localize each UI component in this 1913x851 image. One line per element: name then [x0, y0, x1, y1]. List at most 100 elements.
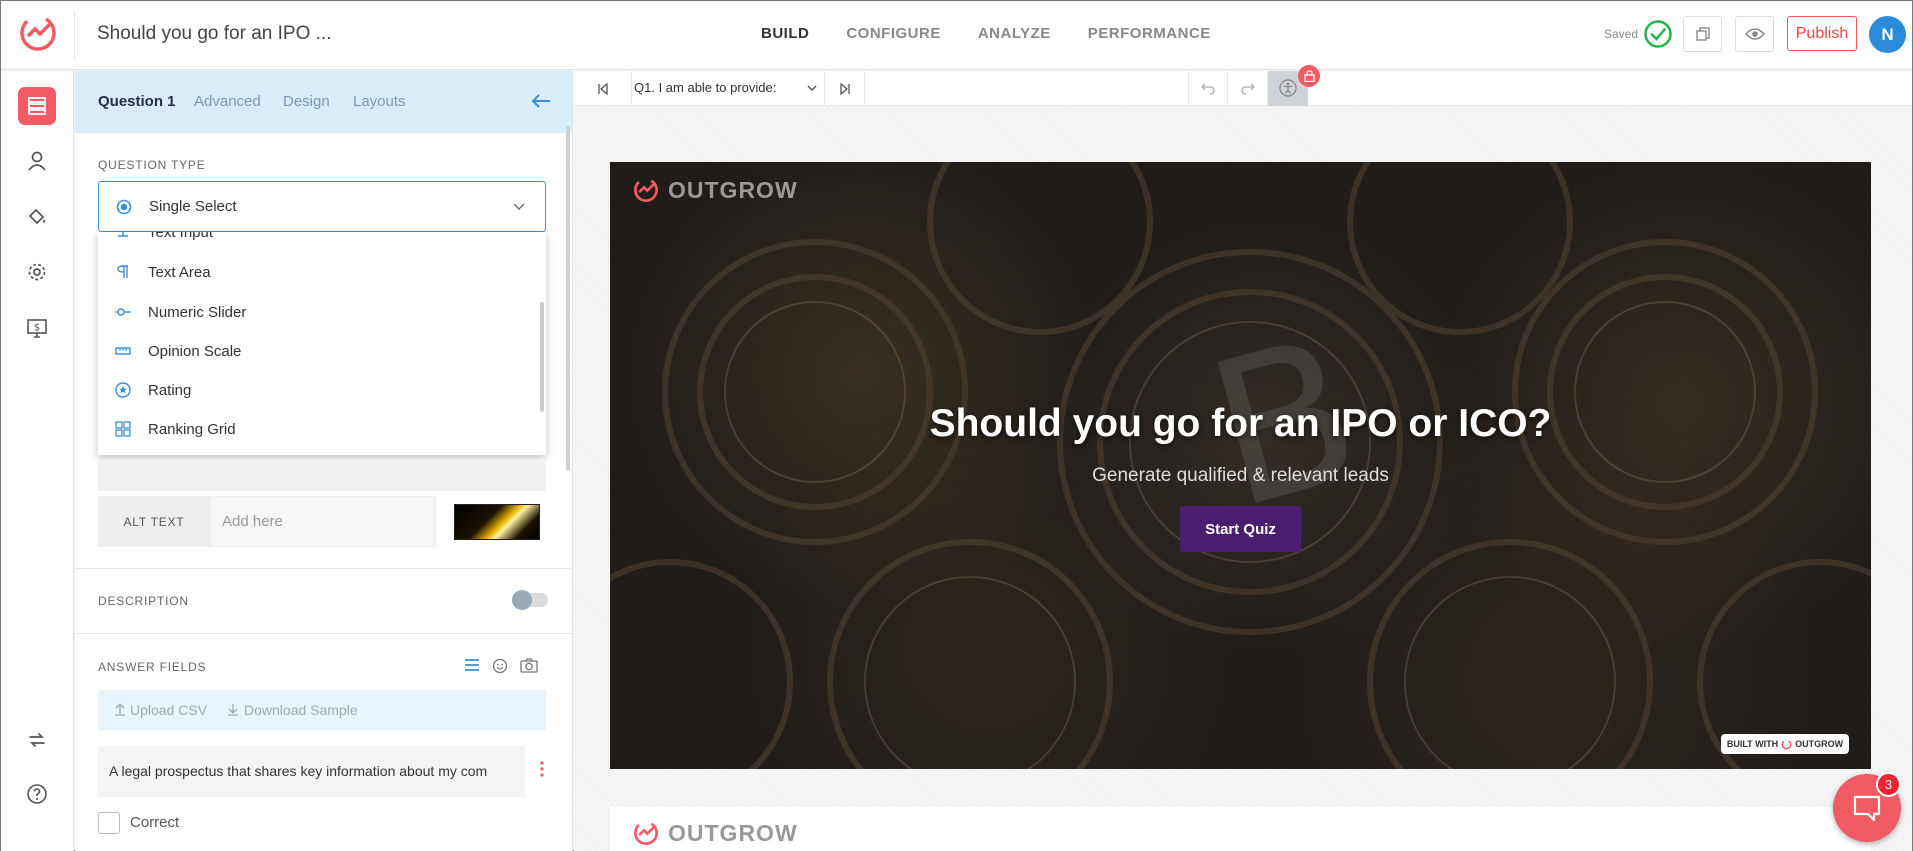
camera-icon[interactable] — [520, 658, 538, 673]
option-ranking-grid[interactable]: Ranking Grid — [98, 409, 528, 449]
question-select[interactable]: Q1. I am able to provide: — [634, 80, 776, 95]
download-sample-button[interactable]: Download Sample — [244, 702, 358, 718]
outgrow-logo-icon[interactable] — [17, 12, 59, 54]
description-label: DESCRIPTION — [98, 594, 189, 608]
panel-scrollbar[interactable] — [566, 126, 570, 471]
radio-selected-icon — [116, 199, 132, 215]
rail-payments[interactable]: $ — [18, 309, 56, 347]
option-rating[interactable]: Rating — [98, 370, 528, 410]
panel-tabs: Question 1 Advanced Design Layouts — [75, 71, 572, 133]
outgrow-logo-icon — [634, 178, 658, 202]
publish-button[interactable]: Publish — [1787, 16, 1857, 51]
image-thumbnail[interactable] — [454, 504, 540, 540]
start-quiz-button[interactable]: Start Quiz — [1180, 506, 1301, 552]
nav-configure[interactable]: CONFIGURE — [846, 25, 941, 42]
outgrow-logo-icon — [634, 821, 658, 845]
alt-text-label: ALT TEXT — [98, 496, 210, 547]
main-nav: BUILD CONFIGURE ANALYZE PERFORMANCE — [761, 25, 1211, 42]
question-type-label: QUESTION TYPE — [98, 158, 206, 172]
layers-icon — [28, 97, 46, 115]
duplicate-button[interactable] — [1683, 16, 1722, 52]
built-with-badge[interactable]: BUILT WITH OUTGROW — [1721, 734, 1849, 754]
user-icon — [28, 151, 46, 171]
rail-design[interactable] — [18, 197, 56, 235]
check-circle-icon — [1644, 20, 1672, 48]
svg-text:$: $ — [34, 323, 40, 334]
nav-performance[interactable]: PERFORMANCE — [1088, 25, 1211, 42]
first-question-button[interactable] — [574, 71, 632, 106]
tab-advanced[interactable]: Advanced — [194, 93, 261, 110]
divider — [75, 568, 572, 569]
option-opinion-scale[interactable]: Opinion Scale — [98, 331, 528, 371]
question-text-field[interactable] — [98, 461, 546, 491]
last-question-button[interactable] — [825, 71, 865, 106]
question-panel: Question 1 Advanced Design Layouts QUEST… — [75, 71, 573, 851]
nav-analyze[interactable]: ANALYZE — [978, 25, 1051, 42]
hero-title[interactable]: Should you go for an IPO or ICO? — [610, 402, 1871, 446]
hero-logo: OUTGROW — [632, 176, 798, 204]
question-type-select[interactable]: Single Select — [98, 181, 546, 232]
outgrow-logo-icon — [1781, 739, 1792, 749]
eye-icon — [1744, 28, 1765, 40]
rail-user[interactable] — [18, 142, 56, 180]
csv-toolbar: Upload CSV Download Sample — [98, 690, 546, 730]
undo-button[interactable] — [1188, 71, 1228, 106]
redo-button[interactable] — [1228, 71, 1268, 106]
tab-question-1[interactable]: Question 1 — [98, 93, 176, 110]
tab-design[interactable]: Design — [283, 93, 330, 110]
sync-icon — [29, 733, 45, 747]
chat-icon — [1853, 795, 1881, 822]
help-icon — [27, 784, 47, 804]
nav-build[interactable]: BUILD — [761, 25, 809, 42]
saved-label: Saved — [1604, 27, 1639, 41]
skip-forward-icon — [839, 82, 850, 95]
star-icon — [115, 382, 131, 398]
user-avatar[interactable]: N — [1869, 16, 1906, 53]
list-icon[interactable] — [464, 658, 480, 672]
hero-logo-text: OUTGROW — [668, 176, 798, 203]
arrow-left-icon[interactable] — [530, 91, 552, 111]
rail-build[interactable] — [18, 87, 56, 125]
option-numeric-slider[interactable]: Numeric Slider — [98, 292, 528, 332]
dollar-screen-icon: $ — [27, 319, 47, 338]
skip-back-icon — [597, 82, 608, 95]
scale-icon — [115, 347, 131, 355]
undo-icon — [1201, 83, 1215, 95]
upload-icon — [115, 703, 125, 716]
lock-icon — [1303, 70, 1315, 82]
left-rail: $ — [1, 71, 74, 851]
rail-settings[interactable] — [18, 253, 56, 291]
top-bar: Should you go for an IPO ... BUILD CONFI… — [1, 1, 1912, 70]
description-toggle[interactable] — [512, 590, 548, 610]
chat-unread-badge: 3 — [1876, 772, 1901, 797]
grid-icon — [115, 421, 131, 437]
gear-icon — [28, 263, 46, 281]
accessibility-icon — [1279, 79, 1297, 97]
rail-help[interactable] — [18, 775, 56, 813]
logo-divider — [74, 11, 75, 59]
hero-subtitle[interactable]: Generate qualified & relevant leads — [610, 465, 1871, 487]
next-question-card[interactable]: OUTGROW — [610, 807, 1871, 851]
hero-card[interactable]: B OUTGROW Should you go for an IPO or IC… — [610, 162, 1871, 769]
question-type-dropdown: Text Input Text Area Numeric Slider Opin… — [98, 232, 546, 455]
text-area-icon — [117, 265, 128, 278]
answer-option-input[interactable]: A legal prospectus that shares key infor… — [98, 746, 525, 797]
slider-icon — [115, 308, 131, 316]
option-text-area[interactable]: Text Area — [98, 252, 528, 292]
divider — [75, 633, 572, 634]
rail-sync[interactable] — [18, 721, 56, 759]
dropdown-scrollbar[interactable] — [540, 302, 544, 412]
answer-fields-label: ANSWER FIELDS — [98, 660, 207, 674]
preview-button[interactable] — [1735, 16, 1774, 52]
alt-text-input[interactable]: Add here — [210, 496, 436, 547]
more-vertical-icon[interactable] — [540, 761, 544, 777]
chevron-down-icon — [513, 203, 525, 210]
tab-layouts[interactable]: Layouts — [353, 93, 406, 110]
paint-bucket-icon — [28, 208, 45, 225]
correct-checkbox[interactable] — [98, 812, 120, 834]
smiley-icon[interactable] — [492, 658, 508, 674]
upload-csv-button[interactable]: Upload CSV — [130, 702, 207, 718]
document-title[interactable]: Should you go for an IPO ... — [97, 23, 331, 45]
download-icon — [228, 704, 238, 716]
option-text-input[interactable]: Text Input — [98, 232, 528, 252]
